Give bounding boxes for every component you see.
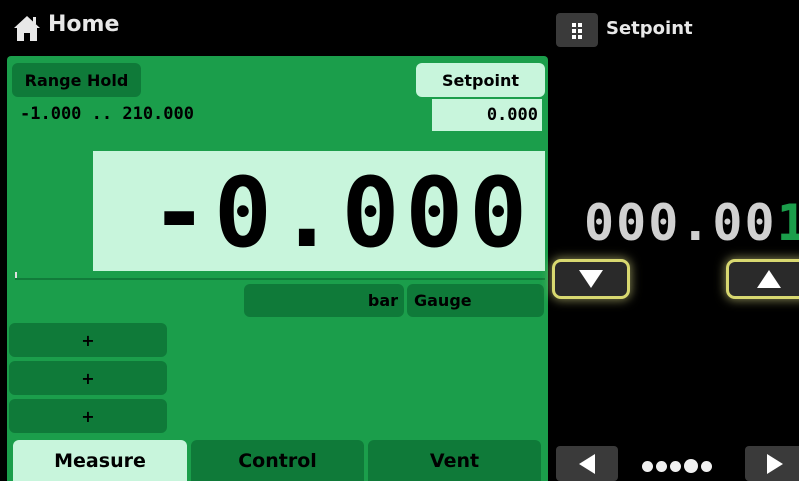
triangle-right-icon xyxy=(767,453,783,474)
increment-button[interactable] xyxy=(729,262,799,296)
triangle-up-icon xyxy=(757,270,781,288)
plus-button-3[interactable]: + xyxy=(9,399,167,433)
grid-menu-icon[interactable] xyxy=(556,13,598,47)
page-title: Home xyxy=(48,12,120,37)
setpoint-button[interactable]: Setpoint xyxy=(416,63,545,97)
pressure-mode-button[interactable]: Gauge xyxy=(407,284,544,317)
pressure-mode-label: Gauge xyxy=(414,291,472,310)
unit-label: bar xyxy=(367,291,398,310)
page-indicator xyxy=(642,459,712,473)
page-dot xyxy=(701,460,712,472)
plus-button-1[interactable]: + xyxy=(9,323,167,357)
progress-track xyxy=(15,278,545,280)
setpoint-value[interactable]: 0.000 xyxy=(432,99,542,131)
setpoint-digits[interactable]: 000.001 xyxy=(584,198,799,248)
plus-button-2[interactable]: + xyxy=(9,361,167,395)
setpoint-panel-title: Setpoint xyxy=(606,18,693,39)
unit-button[interactable]: bar xyxy=(244,284,404,317)
decrement-button[interactable] xyxy=(555,262,627,296)
range-hold-button[interactable]: Range Hold xyxy=(12,63,141,97)
setpoint-digit-selected[interactable]: 1 xyxy=(777,194,799,252)
page-dot xyxy=(642,460,653,472)
page-dot xyxy=(656,460,667,472)
main-reading-display: -0.000 xyxy=(93,151,545,271)
page-dot xyxy=(684,459,698,473)
screen: Home Setpoint Range Hold Setpoint -1.000… xyxy=(0,0,799,481)
triangle-left-icon xyxy=(579,453,595,474)
home-icon[interactable] xyxy=(12,14,42,42)
tab-control[interactable]: Control xyxy=(191,440,364,481)
setpoint-digits-fixed: 000.00 xyxy=(584,194,777,252)
range-text: -1.000 .. 210.000 xyxy=(20,104,194,124)
setpoint-value-text: 0.000 xyxy=(486,105,538,125)
pressure-reading: -0.000 xyxy=(150,157,533,269)
next-page-button[interactable] xyxy=(745,446,799,481)
page-dot xyxy=(670,460,681,472)
previous-page-button[interactable] xyxy=(556,446,618,481)
tab-measure[interactable]: Measure xyxy=(13,440,187,481)
triangle-down-icon xyxy=(579,270,603,288)
tab-vent[interactable]: Vent xyxy=(368,440,541,481)
